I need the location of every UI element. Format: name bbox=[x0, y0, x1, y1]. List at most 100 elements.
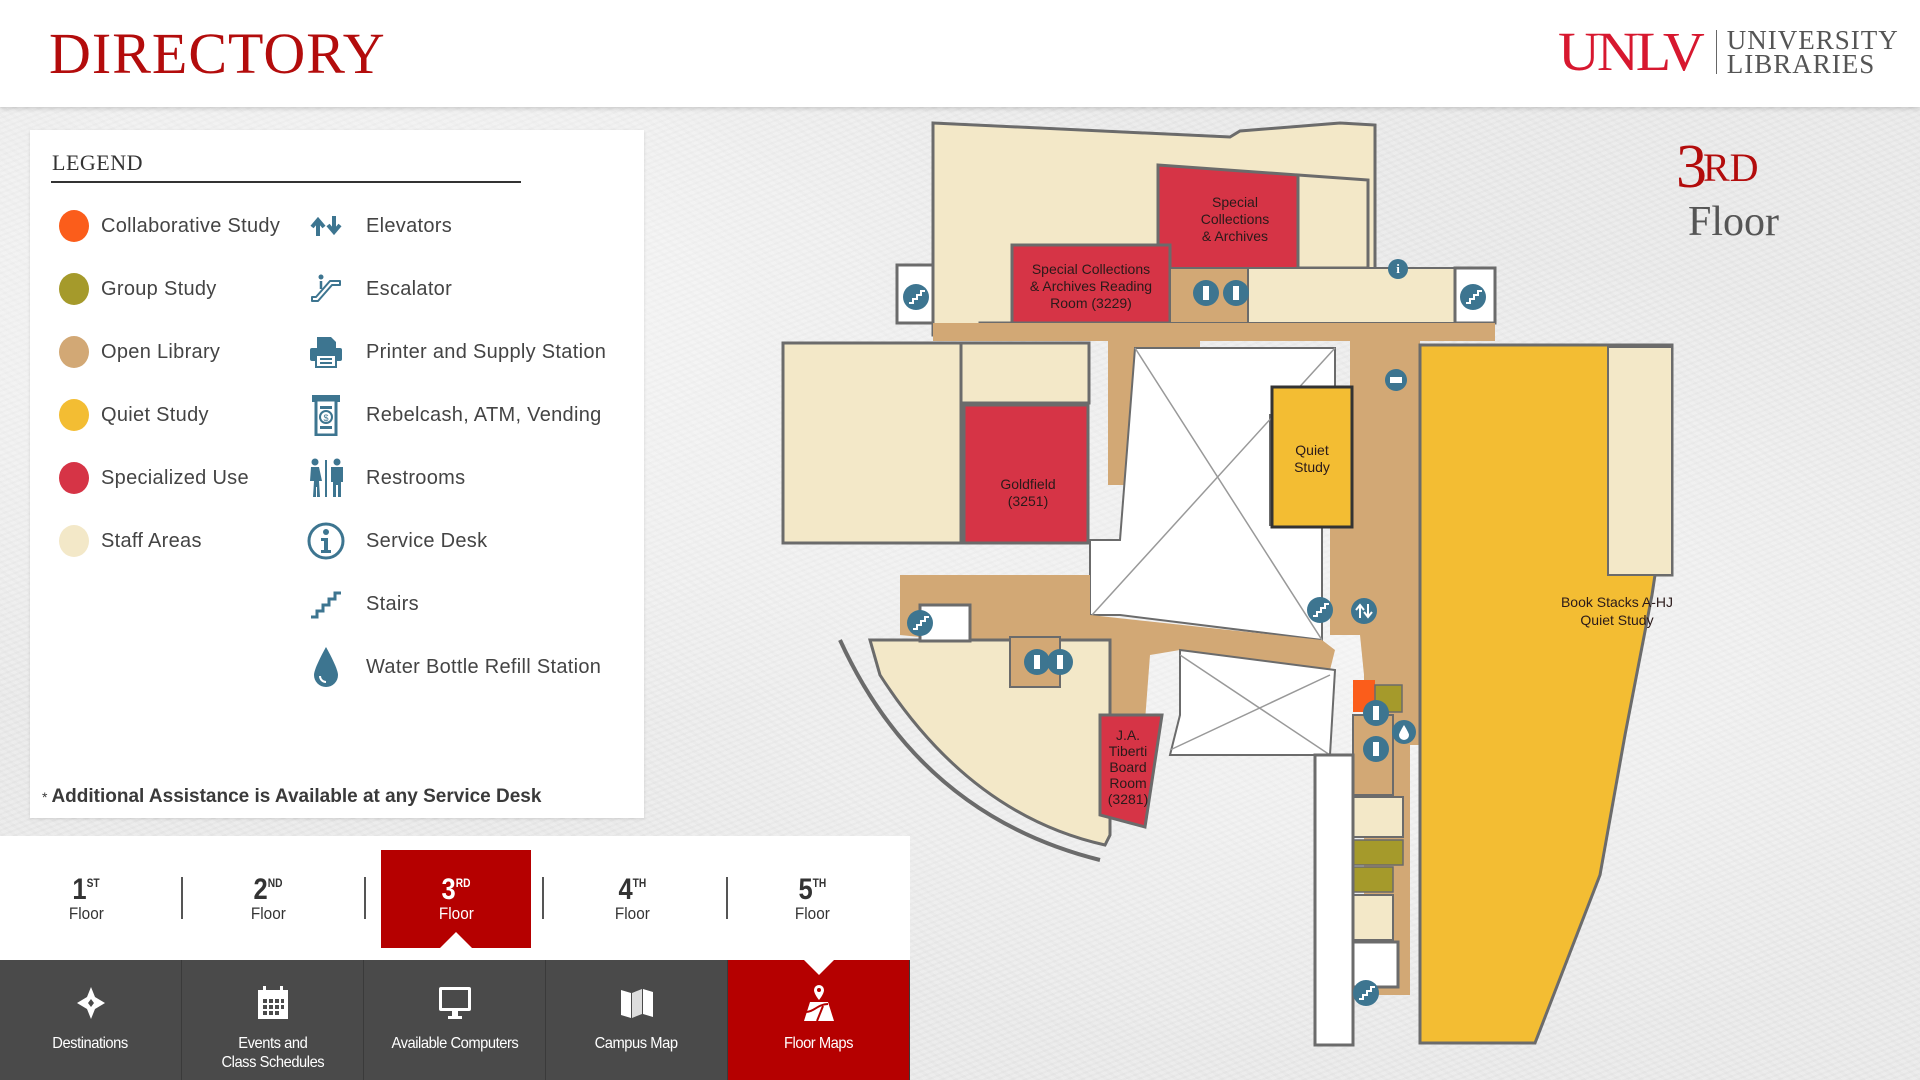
nav-label: Destinations bbox=[52, 1035, 129, 1052]
staff-areas-swatch bbox=[59, 525, 89, 557]
legend-label: Collaborative Study bbox=[101, 214, 281, 237]
legend-label: Service Desk bbox=[366, 529, 488, 552]
map-marker-stairs-nw[interactable] bbox=[902, 283, 930, 311]
floor-tab-5[interactable]: 5TH Floor bbox=[737, 850, 887, 948]
map-marker-stairs-central[interactable] bbox=[1306, 596, 1334, 624]
legend-title: LEGEND bbox=[52, 150, 143, 175]
nav-destinations[interactable]: Destinations bbox=[0, 960, 182, 1080]
map-marker-stairs-ne[interactable] bbox=[1459, 283, 1487, 311]
floor-tab-label: Floor bbox=[438, 903, 474, 923]
staff-area-strip bbox=[1247, 267, 1459, 324]
unlv-libraries-logo: UNLV UNIVERSITY LIBRARIES bbox=[1558, 24, 1899, 79]
folded-map-icon bbox=[616, 982, 658, 1024]
page-title: DIRECTORY bbox=[49, 21, 386, 86]
floor-tab-2[interactable]: 2ND Floor bbox=[193, 850, 343, 948]
legend-item-restrooms: Restrooms bbox=[306, 458, 465, 498]
restroom-icon bbox=[306, 458, 346, 498]
nav-label: Campus Map bbox=[595, 1035, 678, 1052]
header: DIRECTORY UNLV UNIVERSITY LIBRARIES bbox=[0, 0, 1920, 107]
legend-item-service-desk: Service Desk bbox=[306, 521, 487, 561]
stairwell-southeast bbox=[1351, 940, 1400, 989]
floor-tab-label: Floor bbox=[794, 903, 830, 923]
legend-label: Open Library bbox=[101, 340, 221, 363]
label-quiet-study: Quiet Study bbox=[1294, 442, 1330, 475]
nav-campus-map[interactable]: Campus Map bbox=[546, 960, 728, 1080]
map-marker-stairs-sw[interactable] bbox=[906, 609, 934, 637]
specialized-use-swatch bbox=[59, 462, 89, 494]
void-southeast bbox=[1313, 753, 1355, 1047]
corridor-north bbox=[933, 323, 1495, 341]
quiet-study-swatch bbox=[59, 399, 89, 431]
legend-item-specialized-use: Specialized Use bbox=[59, 458, 249, 498]
legend-item-printer: Printer and Supply Station bbox=[306, 332, 606, 372]
floor-tab-4[interactable]: 4TH Floor bbox=[557, 850, 707, 948]
legend-panel: LEGEND Collaborative Study Group Study O… bbox=[30, 130, 644, 818]
nav-label: Events and Class Schedules bbox=[221, 1035, 324, 1072]
staff-area-west-2 bbox=[959, 341, 1091, 405]
floor-tab-label: Floor bbox=[250, 903, 286, 923]
floor-tab-label: Floor bbox=[614, 903, 650, 923]
floor-divider bbox=[364, 877, 366, 919]
map-marker-water-refill[interactable] bbox=[1392, 720, 1416, 744]
floor-tab-number: 3RD bbox=[441, 872, 471, 906]
floor-tab-number: 4TH bbox=[618, 872, 646, 906]
legend-item-open-library: Open Library bbox=[59, 332, 220, 372]
map-marker-stairs-se[interactable] bbox=[1352, 979, 1380, 1007]
legend-label: Specialized Use bbox=[101, 466, 249, 489]
legend-divider bbox=[51, 181, 521, 183]
map-marker-elevator[interactable] bbox=[1351, 598, 1377, 624]
floor-divider bbox=[542, 877, 544, 919]
group-study-room-3 bbox=[1352, 866, 1394, 893]
floor-word: Floor bbox=[1688, 198, 1780, 245]
bottom-navigation: Destinations Events and Class Schedules … bbox=[0, 960, 910, 1080]
floor-tab-1[interactable]: 1ST Floor bbox=[11, 850, 161, 948]
elevator-icon bbox=[306, 206, 346, 246]
nav-events[interactable]: Events and Class Schedules bbox=[182, 960, 364, 1080]
staff-area-west bbox=[781, 341, 963, 545]
svg-text:$: $ bbox=[323, 413, 328, 423]
floor-tab-3[interactable]: 3RD Floor bbox=[381, 850, 531, 948]
printer-icon bbox=[306, 332, 346, 372]
room-goldfield-3251 bbox=[962, 403, 1090, 545]
staff-area-east-2 bbox=[1352, 894, 1394, 941]
logo-divider bbox=[1715, 30, 1717, 74]
nav-floor-maps[interactable]: Floor Maps bbox=[728, 960, 910, 1080]
escalator-icon bbox=[306, 269, 346, 309]
group-study-room-2 bbox=[1352, 839, 1404, 866]
legend-label: Stairs bbox=[366, 592, 419, 615]
floor-plan-map: Special Collections & Archives Special Col… bbox=[781, 121, 1674, 1047]
map-marker-service-desk[interactable]: i bbox=[1388, 259, 1408, 279]
legend-label: Restrooms bbox=[366, 466, 466, 489]
logo-line-2: LIBRARIES bbox=[1726, 49, 1876, 79]
label-goldfield: Goldfield (3251) bbox=[1000, 476, 1055, 509]
legend-item-elevators: Elevators bbox=[306, 206, 452, 246]
legend-item-staff-areas: Staff Areas bbox=[59, 521, 202, 561]
group-study-swatch bbox=[59, 273, 89, 305]
atm-icon: $ bbox=[306, 395, 346, 436]
floor-tab-number: 1ST bbox=[72, 872, 100, 906]
legend-label: Escalator bbox=[366, 277, 453, 300]
floor-suffix: RD bbox=[1703, 145, 1759, 190]
staff-area-east-1 bbox=[1352, 796, 1404, 838]
note-text: Additional Assistance is Available at an… bbox=[51, 786, 542, 807]
legend-label: Elevators bbox=[366, 214, 453, 237]
calendar-icon bbox=[252, 982, 294, 1024]
nav-available-computers[interactable]: Available Computers bbox=[364, 960, 546, 1080]
collaborative-study-swatch bbox=[59, 210, 89, 242]
staff-area-northeast bbox=[1296, 173, 1370, 270]
staff-area-east-3 bbox=[1607, 346, 1673, 576]
monitor-icon bbox=[434, 982, 476, 1024]
water-drop-icon bbox=[306, 647, 346, 687]
legend-item-group-study: Group Study bbox=[59, 269, 217, 309]
floor-map-pin-icon bbox=[798, 982, 840, 1024]
map-marker-printer[interactable] bbox=[1385, 369, 1407, 391]
svg-text:i: i bbox=[1396, 261, 1400, 276]
assistance-note: * Additional Assistance is Available at a… bbox=[42, 786, 541, 808]
legend-item-quiet-study: Quiet Study bbox=[59, 395, 209, 435]
legend-label: Printer and Supply Station bbox=[366, 340, 607, 363]
note-asterisk: * bbox=[42, 789, 48, 805]
logo-libraries-text: UNIVERSITY LIBRARIES bbox=[1726, 26, 1899, 79]
floor-tab-number: 2ND bbox=[253, 872, 283, 906]
legend-item-water-refill: Water Bottle Refill Station bbox=[306, 647, 601, 687]
open-library-swatch bbox=[59, 336, 89, 368]
